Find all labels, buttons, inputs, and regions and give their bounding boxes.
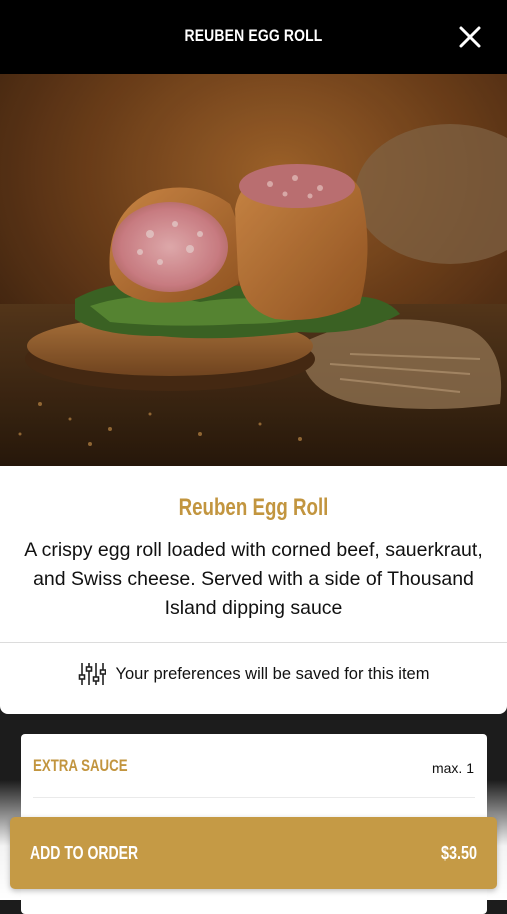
item-photo <box>0 74 507 466</box>
add-to-order-label: ADD TO ORDER <box>30 843 139 863</box>
close-button[interactable] <box>457 24 483 50</box>
item-description: A crispy egg roll loaded with corned bee… <box>24 539 483 619</box>
item-price: $3.50 <box>440 843 477 863</box>
close-icon <box>459 26 481 48</box>
page-title: REUBEN EGG ROLL <box>184 26 323 45</box>
divider <box>0 642 507 643</box>
item-info-card: Reuben Egg Roll A crispy egg roll loaded… <box>0 466 507 714</box>
option-group-label: EXTRA SAUCE <box>33 756 128 775</box>
option-max-label: max. 1 <box>431 760 474 776</box>
sliders-icon <box>78 663 106 685</box>
top-bar: REUBEN EGG ROLL <box>0 0 507 74</box>
item-name: Reuben Egg Roll <box>178 494 329 521</box>
preferences-text: Your preferences will be saved for this … <box>115 664 430 683</box>
add-to-order-button[interactable]: ADD TO ORDER $3.50 <box>10 817 497 889</box>
preferences-note: Your preferences will be saved for this … <box>0 658 507 690</box>
